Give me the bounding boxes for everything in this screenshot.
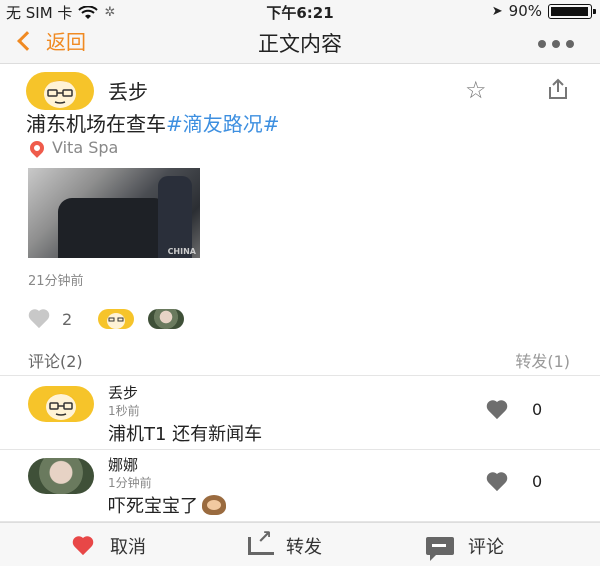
heart-icon [486,401,508,419]
status-bar: 无 SIM 卡 ✲ 下午6:21 ➤ 90% [0,0,600,22]
heart-icon [72,537,94,555]
post-time: 21分钟前 [28,274,84,289]
comment-text: 浦机T1 还有新闻车 [108,424,263,445]
photo-person [158,176,192,258]
like-heart-icon[interactable] [28,310,50,328]
location-arrow-icon: ➤ [491,3,503,19]
share-icon[interactable] [546,78,570,100]
comment-time: 1分钟前 [108,476,152,490]
repost-icon [248,527,274,555]
post-location[interactable]: Vita Spa [27,137,119,158]
dot-icon [538,40,546,48]
hashtag-link[interactable]: #滴友路况# [166,112,280,136]
location-pin-icon [27,137,47,158]
comment-like-count: 0 [532,400,543,419]
comment-like-count: 0 [532,472,543,491]
dot-icon [566,40,574,48]
heart-icon [486,473,508,491]
bottom-action-bar: 取消 转发 评论 [0,522,600,566]
more-button[interactable] [538,40,574,48]
comment-tabs: 评论(2) 转发(1) [0,340,600,376]
comment-like-button[interactable]: 0 [486,472,542,491]
cartoon-face-icon [46,393,76,420]
favorite-star-icon[interactable]: ☆ [465,76,487,104]
comment-label: 评论 [468,537,504,558]
repost-button[interactable]: 转发 [248,527,322,559]
tab-comments[interactable]: 评论(2) [28,348,83,372]
comment-like-button[interactable]: 0 [486,400,542,419]
liker-avatar[interactable] [98,309,135,329]
location-name: Vita Spa [52,138,119,157]
status-right: ➤ 90% [491,2,596,20]
author-avatar[interactable] [26,72,94,110]
cartoon-face-icon [107,313,126,329]
post-photo[interactable]: CHINA [28,168,200,258]
battery-icon [548,4,596,19]
commenter-name[interactable]: 娜娜 [108,454,138,475]
comment-text: 吓死宝宝了 [108,492,226,518]
photo-car [58,198,168,258]
see-no-evil-monkey-icon [202,495,226,515]
comment-text-body: 吓死宝宝了 [108,496,198,517]
likes-row: 2 [28,306,185,332]
photo-watermark: CHINA [167,247,196,256]
comment-item: 娜娜 1分钟前 吓死宝宝了 0 [0,450,600,522]
page-title: 正文内容 [258,32,342,56]
comment-item: 丢步 1秒前 浦机T1 还有新闻车 0 [0,378,600,450]
commenter-avatar[interactable] [28,458,94,494]
comment-button[interactable]: 评论 [426,533,504,561]
author-name[interactable]: 丢步 [108,76,148,105]
commenter-name[interactable]: 丢步 [108,382,138,403]
post-content: 浦东机场在查车#滴友路况# [26,108,280,137]
liker-avatar[interactable] [148,309,185,329]
unlike-label: 取消 [110,537,146,558]
cartoon-face-icon [44,80,76,108]
comment-time: 1秒前 [108,404,140,418]
nav-bar: 返回 正文内容 [0,22,600,64]
post-text: 浦东机场在查车 [26,112,166,136]
unlike-button[interactable]: 取消 [72,533,146,559]
commenter-avatar[interactable] [28,386,94,422]
dot-icon [552,40,560,48]
tab-reposts[interactable]: 转发(1) [515,348,570,372]
comment-bubble-icon [426,537,454,561]
like-count: 2 [62,309,73,329]
repost-label: 转发 [286,537,322,558]
battery-percent: 90% [508,2,542,20]
